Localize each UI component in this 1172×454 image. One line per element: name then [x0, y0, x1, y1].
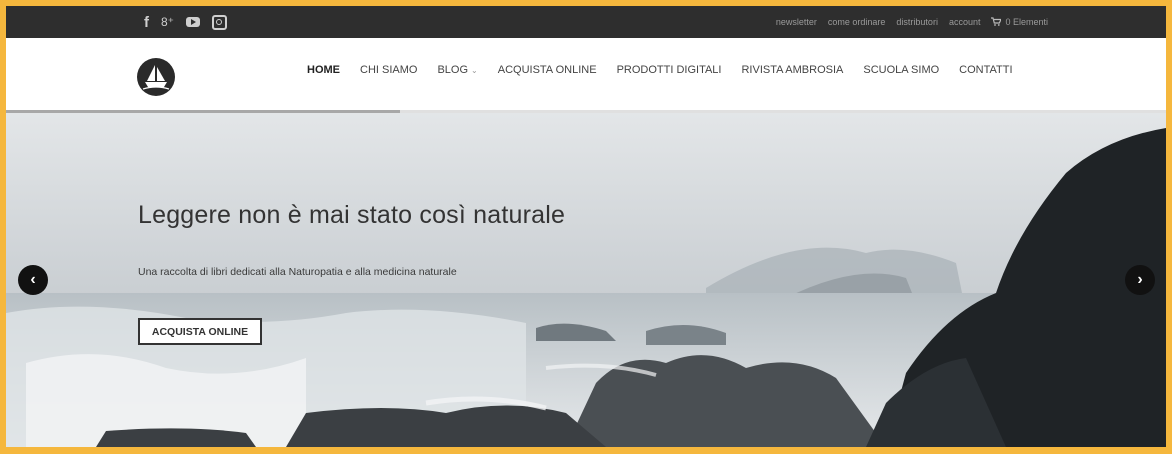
nav-blog[interactable]: BLOG ⌄ — [437, 64, 477, 76]
instagram-icon[interactable] — [212, 14, 228, 30]
top-links: newsletter come ordinare distributori ac… — [776, 6, 1048, 38]
nav-prodotti-digitali[interactable]: PRODOTTI DIGITALI — [617, 64, 722, 76]
link-come-ordinare[interactable]: come ordinare — [828, 17, 886, 27]
main-header: HOME CHI SIAMO BLOG ⌄ ACQUISTA ONLINE PRO… — [6, 38, 1166, 110]
nav-rivista-ambrosia[interactable]: RIVISTA AMBROSIA — [741, 64, 843, 76]
acquista-online-button[interactable]: ACQUISTA ONLINE — [138, 318, 262, 345]
chevron-left-icon: ‹ — [30, 271, 36, 288]
nav-scuola-simo[interactable]: SCUOLA SIMO — [863, 64, 939, 76]
nav-blog-label: BLOG — [437, 64, 469, 76]
main-nav: HOME CHI SIAMO BLOG ⌄ ACQUISTA ONLINE PRO… — [307, 64, 1013, 76]
facebook-icon[interactable]: f — [144, 15, 149, 30]
hero-background-image — [6, 113, 1166, 447]
cart-label: 0 Elementi — [1005, 17, 1048, 27]
youtube-icon[interactable] — [186, 17, 201, 27]
link-distributori[interactable]: distributori — [896, 17, 938, 27]
site-logo[interactable] — [137, 58, 175, 96]
hero-headline: Leggere non è mai stato così naturale — [138, 201, 566, 229]
chevron-right-icon: › — [1137, 271, 1143, 288]
top-bar: f 8⁺ newsletter come ordinare distributo… — [6, 6, 1166, 38]
google-plus-icon[interactable]: 8⁺ — [161, 16, 174, 28]
hero-slider: Leggere non è mai stato così naturale Un… — [6, 113, 1166, 447]
hero-subtitle: Una raccolta di libri dedicati alla Natu… — [138, 266, 457, 278]
cart-icon — [991, 16, 1003, 28]
nav-acquista-online[interactable]: ACQUISTA ONLINE — [498, 64, 597, 76]
cart-link[interactable]: 0 Elementi — [991, 16, 1048, 28]
social-links: f 8⁺ — [144, 6, 228, 38]
link-newsletter[interactable]: newsletter — [776, 17, 817, 27]
nav-contatti[interactable]: CONTATTI — [959, 64, 1012, 76]
link-account[interactable]: account — [949, 17, 981, 27]
slider-prev-button[interactable]: ‹ — [18, 265, 48, 295]
slider-next-button[interactable]: › — [1125, 265, 1155, 295]
chevron-down-icon: ⌄ — [471, 66, 478, 75]
browser-page: f 8⁺ newsletter come ordinare distributo… — [6, 6, 1166, 447]
nav-chi-siamo[interactable]: CHI SIAMO — [360, 64, 417, 76]
nav-home[interactable]: HOME — [307, 64, 340, 76]
